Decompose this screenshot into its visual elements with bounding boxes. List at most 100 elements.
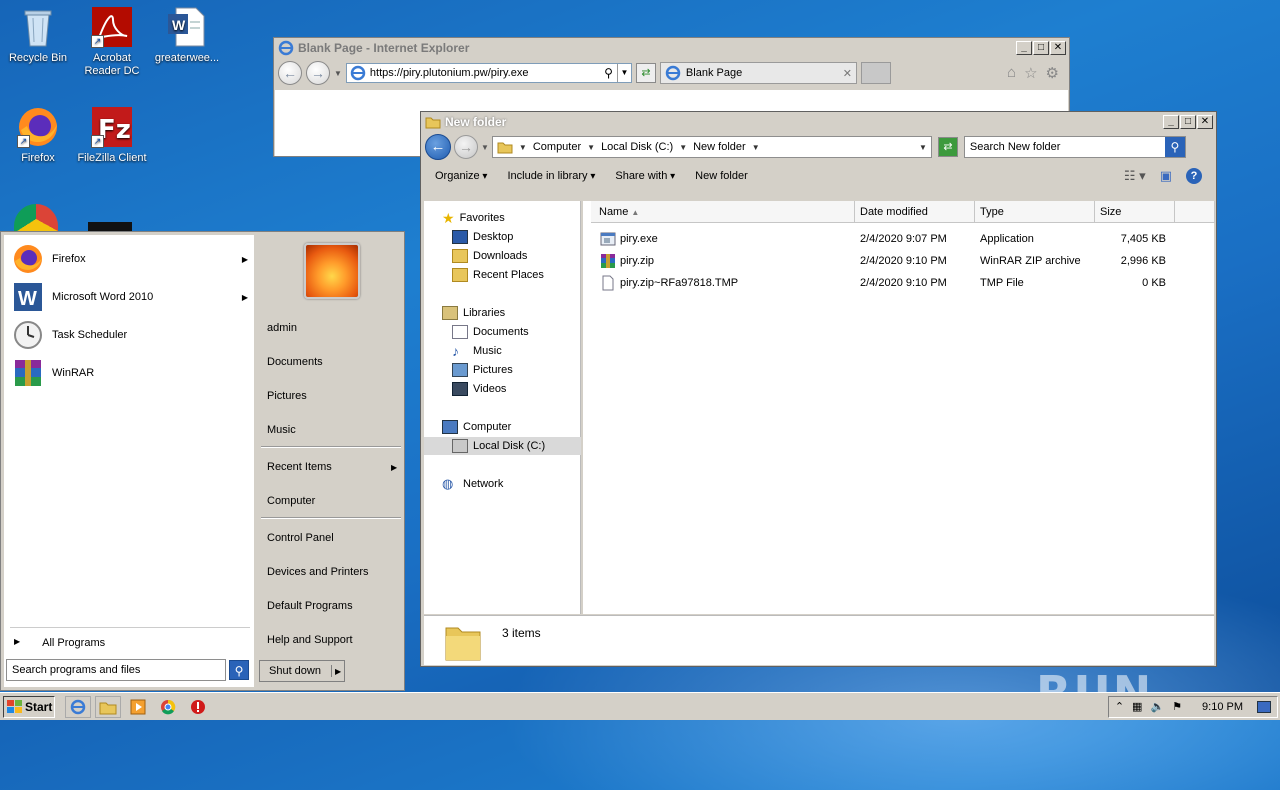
start-item-winrar[interactable]: WinRAR	[12, 355, 248, 391]
clock[interactable]: 9:10 PM	[1202, 701, 1243, 713]
include-in-library-menu[interactable]: Include in library	[507, 170, 595, 182]
navigation-pane[interactable]: ★ Favorites Desktop Downloads Recent Pla…	[424, 201, 581, 614]
table-row[interactable]: piry.zip~RFa97818.TMP 2/4/2020 9:10 PM T…	[583, 273, 1214, 295]
home-icon[interactable]: ⌂	[1007, 64, 1016, 82]
taskbar-ie-icon[interactable]	[65, 695, 91, 718]
start-item-word[interactable]: W Microsoft Word 2010 ▶	[12, 279, 248, 315]
start-item-firefox[interactable]: Firefox ▶	[12, 241, 248, 277]
recent-pages-dropdown-icon[interactable]: ▼	[481, 143, 489, 152]
table-row[interactable]: piry.zip 2/4/2020 9:10 PM WinRAR ZIP arc…	[583, 251, 1214, 273]
nav-recent-places[interactable]: Recent Places	[452, 266, 544, 284]
organize-menu[interactable]: Organize	[435, 170, 487, 182]
nav-desktop[interactable]: Desktop	[452, 228, 513, 246]
nav-documents[interactable]: Documents	[452, 323, 529, 341]
column-header-date[interactable]: Date modified	[855, 201, 975, 223]
breadcrumb-computer[interactable]: Computer	[533, 141, 581, 153]
view-options-icon[interactable]: ☷ ▾	[1124, 168, 1146, 184]
nav-computer[interactable]: Computer	[442, 418, 511, 436]
start-menu[interactable]: Firefox ▶ W Microsoft Word 2010 ▶ Task S…	[0, 231, 405, 691]
breadcrumb[interactable]: ▼ Computer ▼ Local Disk (C:) ▼ New folde…	[491, 136, 932, 158]
show-hidden-icons-icon[interactable]: ⌃	[1115, 700, 1124, 713]
show-desktop-icon[interactable]	[1257, 700, 1271, 713]
breadcrumb-new-folder[interactable]: New folder	[693, 141, 746, 153]
start-link-control-panel[interactable]: Control Panel	[267, 532, 334, 544]
nav-downloads[interactable]: Downloads	[452, 247, 527, 265]
taskbar-explorer-icon[interactable]	[95, 695, 121, 718]
preview-pane-icon[interactable]: ▣	[1160, 168, 1172, 184]
taskbar[interactable]: Start ⌃ ▦ 🔈 ⚑ 9:10 PM	[0, 692, 1280, 720]
nav-music[interactable]: ♪ Music	[452, 342, 502, 360]
column-header-size[interactable]: Size	[1095, 201, 1175, 223]
action-center-icon[interactable]: ▦	[1132, 700, 1142, 713]
desktop-icon-firefox[interactable]: ↗ Firefox	[0, 106, 76, 165]
start-link-documents[interactable]: Documents	[267, 356, 323, 368]
search-icon[interactable]: ⚲	[229, 660, 249, 680]
new-tab-button[interactable]	[860, 62, 891, 84]
help-icon[interactable]: ?	[1186, 168, 1202, 184]
chevron-down-icon[interactable]: ▼	[752, 143, 760, 152]
taskbar-stop-icon[interactable]	[185, 696, 211, 718]
address-bar[interactable]: https://piry.plutonium.pw/piry.exe ⚲ ▼	[345, 63, 632, 83]
start-item-task-scheduler[interactable]: Task Scheduler	[12, 317, 248, 353]
start-link-admin[interactable]: admin	[267, 322, 297, 334]
chevron-down-icon[interactable]: ▼	[679, 143, 687, 152]
taskbar-media-player-icon[interactable]	[125, 696, 151, 718]
column-header-type[interactable]: Type	[975, 201, 1095, 223]
share-with-menu[interactable]: Share with	[615, 170, 675, 182]
user-picture[interactable]	[304, 243, 360, 299]
nav-local-disk[interactable]: Local Disk (C:)	[424, 437, 581, 455]
desktop-icon-filezilla[interactable]: Fz ↗ FileZilla Client	[74, 106, 150, 165]
new-folder-button[interactable]: New folder	[695, 170, 748, 182]
start-programs-list[interactable]: Firefox ▶ W Microsoft Word 2010 ▶ Task S…	[4, 235, 254, 687]
flag-icon[interactable]: ⚑	[1172, 700, 1182, 713]
back-button[interactable]: ←	[425, 134, 451, 160]
start-link-music[interactable]: Music	[267, 424, 296, 436]
search-icon[interactable]: ⚲	[604, 66, 613, 80]
start-link-help-support[interactable]: Help and Support	[267, 634, 353, 646]
chrome-icon[interactable]	[14, 204, 58, 234]
compat-view-button[interactable]: ⇄	[635, 63, 656, 83]
desktop-icon-recycle-bin[interactable]: Recycle Bin	[0, 6, 76, 65]
close-button[interactable]: ✕	[1050, 41, 1066, 55]
close-button[interactable]: ✕	[1197, 115, 1213, 129]
nav-network[interactable]: ◍ Network	[442, 475, 503, 493]
start-link-default-programs[interactable]: Default Programs	[267, 600, 353, 612]
table-row[interactable]: piry.exe 2/4/2020 9:07 PM Application 7,…	[583, 229, 1214, 251]
start-button[interactable]: Start	[3, 695, 55, 718]
maximize-button[interactable]: □	[1033, 41, 1049, 55]
close-tab-icon[interactable]: ✕	[843, 67, 852, 80]
minimize-button[interactable]: _	[1016, 41, 1032, 55]
forward-button[interactable]: →	[306, 61, 330, 85]
chevron-down-icon[interactable]: ▼	[519, 143, 527, 152]
back-button[interactable]: ←	[278, 61, 302, 85]
taskbar-chrome-icon[interactable]	[155, 696, 181, 718]
start-link-recent-items[interactable]: Recent Items	[267, 461, 332, 473]
desktop-icon-word-doc[interactable]: W greaterwee...	[149, 6, 225, 65]
breadcrumb-local-disk[interactable]: Local Disk (C:)	[601, 141, 673, 153]
start-search-input[interactable]: Search programs and files	[6, 659, 226, 681]
nav-videos[interactable]: Videos	[452, 380, 506, 398]
search-input[interactable]: Search New folder ⚲	[963, 136, 1186, 158]
minimize-button[interactable]: _	[1163, 115, 1179, 129]
ie-titlebar[interactable]: Blank Page - Internet Explorer _ □ ✕	[274, 38, 1069, 58]
address-dropdown-icon[interactable]: ▼	[616, 64, 631, 82]
all-programs-button[interactable]: ▶ All Programs	[14, 637, 105, 649]
chevron-down-icon[interactable]: ▼	[587, 143, 595, 152]
desktop-icon-acrobat[interactable]: ↗ Acrobat Reader DC	[74, 6, 150, 78]
favorites-star-icon[interactable]: ☆	[1024, 64, 1037, 82]
nav-favorites[interactable]: ★ Favorites	[442, 209, 505, 227]
file-list[interactable]: Name ▲ Date modified Type Size piry.exe …	[583, 201, 1215, 614]
address-dropdown-icon[interactable]: ▼	[919, 143, 927, 152]
shutdown-options-arrow-icon[interactable]: ▶	[332, 667, 341, 676]
start-link-pictures[interactable]: Pictures	[267, 390, 307, 402]
explorer-window[interactable]: New folder _ □ ✕ ← → ▼ ▼ Computer ▼ Loca…	[420, 111, 1217, 667]
maximize-button[interactable]: □	[1180, 115, 1196, 129]
start-right-pane[interactable]: admin Documents Pictures Music Recent It…	[257, 235, 403, 687]
start-link-devices-printers[interactable]: Devices and Printers	[267, 566, 369, 578]
forward-button[interactable]: →	[454, 135, 478, 159]
start-link-computer[interactable]: Computer	[267, 495, 315, 507]
volume-icon[interactable]: 🔈	[1150, 700, 1164, 713]
search-icon[interactable]: ⚲	[1164, 137, 1185, 157]
system-tray[interactable]: ⌃ ▦ 🔈 ⚑ 9:10 PM	[1107, 695, 1278, 718]
column-header-name[interactable]: Name ▲	[591, 201, 855, 223]
